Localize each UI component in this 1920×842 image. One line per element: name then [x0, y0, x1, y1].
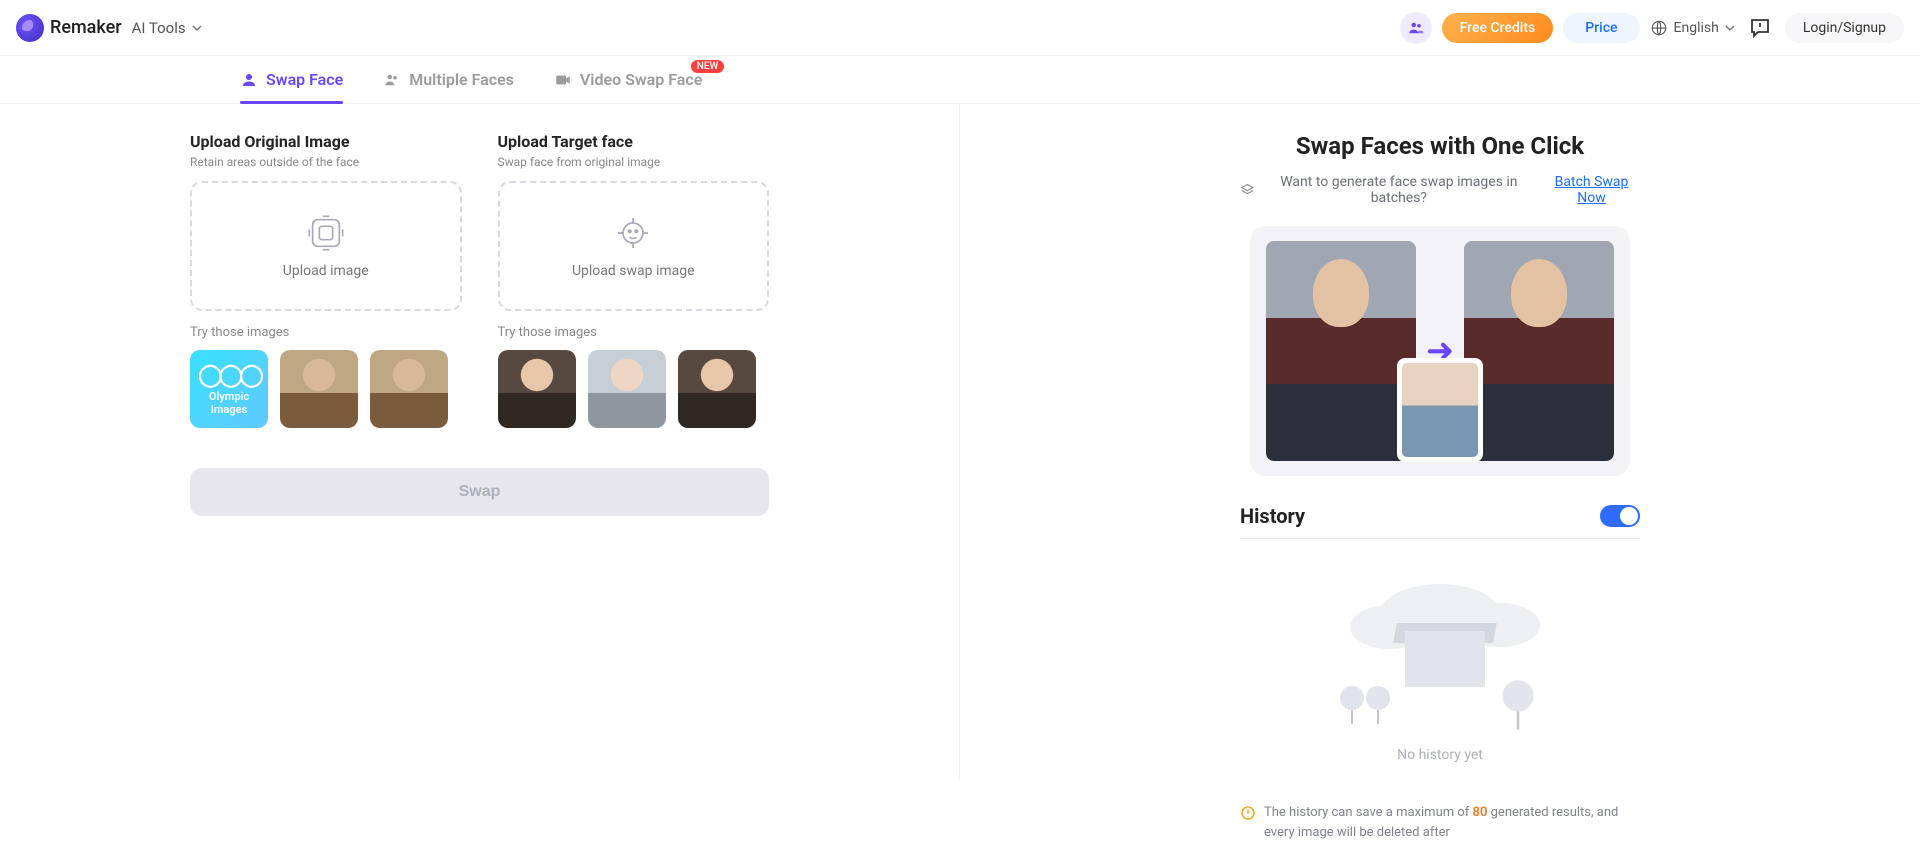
batch-hint-text: Want to generate face swap images in bat…	[1263, 174, 1535, 206]
upload-target-section: Upload Target face Swap face from origin…	[498, 132, 770, 428]
history-title: History	[1240, 504, 1305, 528]
header-right: Free Credits Price English Login/Signup	[1400, 12, 1904, 44]
tab-video-swap-face-label: Video Swap Face	[580, 70, 702, 89]
upload-original-dropzone[interactable]: Upload image	[190, 181, 462, 311]
upload-original-section: Upload Original Image Retain areas outsi…	[190, 132, 462, 428]
ai-tools-label: AI Tools	[132, 19, 186, 37]
olympic-rings-icon: ◯◯◯	[198, 363, 260, 388]
chevron-down-icon	[1725, 23, 1735, 33]
sample-thumb-icon	[280, 350, 358, 428]
brand-logo[interactable]: Remaker	[16, 14, 122, 42]
language-label: English	[1674, 20, 1719, 36]
logo-mark-icon	[16, 14, 44, 42]
feedback-bubble-icon	[1748, 16, 1772, 40]
tab-swap-face[interactable]: Swap Face	[240, 70, 343, 103]
sample-original-2[interactable]	[280, 350, 358, 428]
app-header: Remaker AI Tools Free Credits Price Engl…	[0, 0, 1920, 56]
sample-target-3[interactable]	[678, 350, 756, 428]
login-label: Login/Signup	[1803, 20, 1886, 36]
upload-image-icon	[306, 213, 346, 253]
tab-multiple-faces-label: Multiple Faces	[409, 70, 514, 89]
tab-multiple-faces[interactable]: Multiple Faces	[383, 70, 514, 103]
swap-button[interactable]: Swap	[190, 468, 769, 516]
swap-button-label: Swap	[459, 483, 501, 500]
batch-hint: Want to generate face swap images in bat…	[1240, 174, 1640, 206]
try-target-label: Try those images	[498, 325, 770, 340]
upload-original-subtitle: Retain areas outside of the face	[190, 155, 462, 169]
sample-thumb-icon	[498, 350, 576, 428]
upload-target-dropzone[interactable]: Upload swap image	[498, 181, 770, 311]
sample-target-2[interactable]	[588, 350, 666, 428]
video-icon	[554, 71, 572, 89]
chevron-down-icon	[192, 23, 202, 33]
upload-target-subtitle: Swap face from original image	[498, 155, 770, 169]
empty-state-text: No history yet	[1397, 747, 1483, 763]
sample-thumb-icon	[588, 350, 666, 428]
uploads-row: Upload Original Image Retain areas outsi…	[190, 132, 769, 428]
output-title: Swap Faces with One Click	[1240, 132, 1640, 160]
ai-tools-dropdown[interactable]: AI Tools	[132, 19, 202, 37]
sample-thumb-icon	[678, 350, 756, 428]
people-icon	[1407, 19, 1425, 37]
warning-icon	[1240, 805, 1256, 821]
batch-swap-link[interactable]: Batch Swap Now	[1543, 174, 1640, 206]
main-content: Upload Original Image Retain areas outsi…	[0, 104, 1920, 779]
sample-target-1[interactable]	[498, 350, 576, 428]
history-row: History	[1240, 504, 1640, 528]
new-badge: NEW	[691, 60, 725, 73]
header-left: Remaker AI Tools	[16, 14, 202, 42]
history-toggle[interactable]	[1600, 505, 1640, 527]
community-button[interactable]	[1400, 12, 1432, 44]
person-icon	[240, 71, 258, 89]
demo-before-image	[1266, 241, 1416, 461]
tab-video-swap-face[interactable]: Video Swap Face NEW	[554, 70, 702, 103]
empty-illustration-icon	[1310, 579, 1570, 729]
layers-icon	[1240, 182, 1255, 198]
upload-target-title: Upload Target face	[498, 132, 770, 151]
sample-olympic-label: Olympic Images	[190, 390, 268, 416]
mode-tabs: Swap Face Multiple Faces Video Swap Face…	[0, 56, 1920, 104]
notice-prefix: The history can save a maximum of	[1264, 805, 1473, 820]
language-switcher[interactable]: English	[1650, 19, 1735, 37]
feedback-button[interactable]	[1745, 13, 1775, 43]
demo-after-image	[1464, 241, 1614, 461]
upload-pane: Upload Original Image Retain areas outsi…	[0, 104, 960, 779]
upload-original-drop-label: Upload image	[283, 263, 369, 279]
output-pane: Swap Faces with One Click Want to genera…	[960, 104, 1920, 779]
globe-icon	[1650, 19, 1668, 37]
original-samples: ◯◯◯ Olympic Images	[190, 350, 462, 428]
upload-face-icon	[613, 213, 653, 253]
demo-face-inset	[1397, 358, 1483, 462]
history-notice-text: The history can save a maximum of 80 gen…	[1264, 803, 1640, 842]
try-original-label: Try those images	[190, 325, 462, 340]
sample-original-3[interactable]	[370, 350, 448, 428]
sample-olympic-images[interactable]: ◯◯◯ Olympic Images	[190, 350, 268, 428]
upload-target-drop-label: Upload swap image	[572, 263, 695, 279]
price-label: Price	[1585, 20, 1617, 36]
free-credits-button[interactable]: Free Credits	[1442, 13, 1554, 43]
tab-swap-face-label: Swap Face	[266, 70, 343, 89]
price-button[interactable]: Price	[1563, 13, 1639, 43]
free-credits-label: Free Credits	[1460, 20, 1536, 36]
login-signup-button[interactable]: Login/Signup	[1785, 13, 1904, 43]
history-notice: The history can save a maximum of 80 gen…	[1240, 803, 1640, 842]
notice-max-count: 80	[1473, 805, 1488, 820]
history-empty-state: No history yet	[1240, 579, 1640, 763]
brand-name: Remaker	[50, 17, 122, 38]
sample-thumb-icon	[370, 350, 448, 428]
history-divider	[1240, 538, 1640, 539]
people-icon	[383, 71, 401, 89]
upload-original-title: Upload Original Image	[190, 132, 462, 151]
demo-preview: ➜	[1250, 226, 1630, 476]
target-samples	[498, 350, 770, 428]
